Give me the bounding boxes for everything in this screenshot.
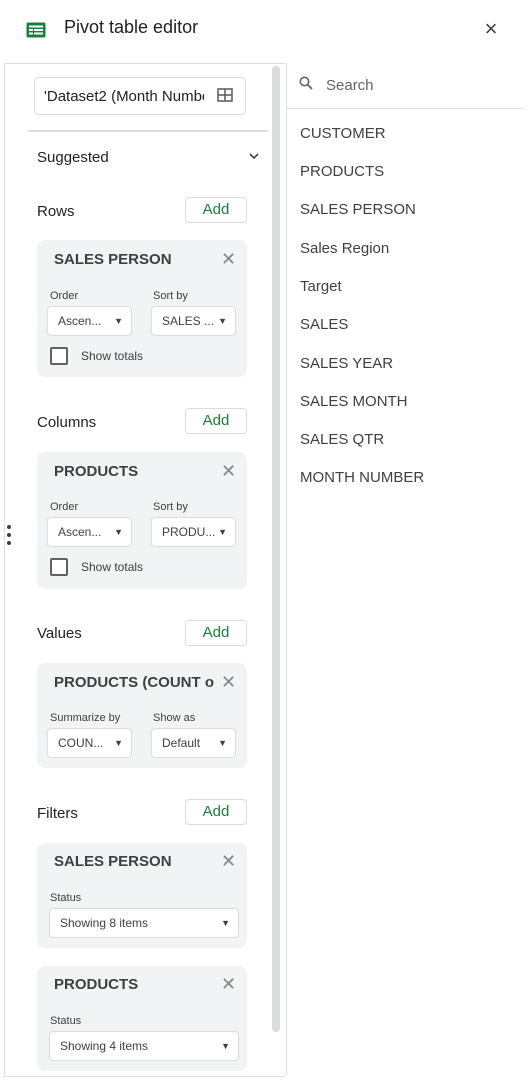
add-row-button[interactable]: Add <box>185 197 247 223</box>
row-card-title: SALES PERSON <box>54 251 172 268</box>
order-label: Order <box>50 501 79 513</box>
sheets-icon <box>26 22 46 38</box>
value-card-title: PRODUCTS (COUNT o <box>54 674 214 691</box>
drag-handle-icon[interactable] <box>7 525 11 549</box>
field-item[interactable]: SALES YEAR <box>300 355 393 372</box>
filter-status-dropdown[interactable]: Showing 8 items ▼ <box>49 908 239 938</box>
select-range-icon[interactable] <box>217 88 233 102</box>
row-order-value: Ascen... <box>58 314 102 328</box>
row-sortby-value: SALES ... <box>162 314 215 328</box>
filter-card-title: PRODUCTS <box>54 976 139 993</box>
column-sortby-value: PRODU... <box>162 525 216 539</box>
field-item[interactable]: SALES QTR <box>300 431 384 448</box>
field-item[interactable]: MONTH NUMBER <box>300 469 424 486</box>
column-order-dropdown[interactable]: Ascen... ▼ <box>47 517 132 547</box>
remove-filter-icon[interactable]: ✕ <box>221 974 236 995</box>
column-sortby-dropdown[interactable]: PRODU... ▼ <box>151 517 236 547</box>
remove-column-icon[interactable]: ✕ <box>221 461 236 482</box>
column-show-totals-label: Show totals <box>81 560 144 574</box>
dropdown-arrow-icon: ▼ <box>221 918 230 928</box>
dropdown-arrow-icon: ▼ <box>218 527 227 537</box>
order-label: Order <box>50 290 79 302</box>
field-item[interactable]: SALES PERSON <box>300 201 416 218</box>
field-item[interactable]: Target <box>300 278 342 295</box>
dropdown-arrow-icon: ▼ <box>218 316 227 326</box>
add-value-button[interactable]: Add <box>185 620 247 646</box>
column-order-value: Ascen... <box>58 525 102 539</box>
columns-label: Columns <box>37 414 97 431</box>
column-card-title: PRODUCTS <box>54 463 139 480</box>
sortby-label: Sort by <box>153 501 188 513</box>
filter-status-value: Showing 8 items <box>60 916 149 930</box>
row-sortby-dropdown[interactable]: SALES ... ▼ <box>151 306 236 336</box>
dropdown-arrow-icon: ▼ <box>218 738 227 748</box>
row-show-totals-label: Show totals <box>81 349 144 363</box>
field-item[interactable]: CUSTOMER <box>300 125 386 142</box>
add-filter-button[interactable]: Add <box>185 799 247 825</box>
dropdown-arrow-icon: ▼ <box>114 316 123 326</box>
rows-label: Rows <box>37 203 75 220</box>
summarize-label: Summarize by <box>50 712 121 724</box>
column-show-totals-checkbox[interactable] <box>50 558 68 576</box>
data-range-text: 'Dataset2 (Month Number)'!A1:J1001 <box>44 88 204 105</box>
scrollbar[interactable] <box>272 66 280 1032</box>
divider <box>28 130 268 132</box>
field-item[interactable]: Sales Region <box>300 240 389 257</box>
dropdown-arrow-icon: ▼ <box>114 527 123 537</box>
filter-status-value: Showing 4 items <box>60 1039 149 1053</box>
suggested-toggle[interactable]: Suggested <box>37 149 109 166</box>
search-icon <box>299 76 313 90</box>
remove-row-icon[interactable]: ✕ <box>221 249 236 270</box>
search-divider <box>287 108 523 109</box>
field-item[interactable]: SALES MONTH <box>300 393 408 410</box>
showas-dropdown[interactable]: Default ▼ <box>151 728 236 758</box>
dropdown-arrow-icon: ▼ <box>114 738 123 748</box>
filters-label: Filters <box>37 805 78 822</box>
sortby-label: Sort by <box>153 290 188 302</box>
remove-value-icon[interactable]: ✕ <box>221 672 236 693</box>
showas-label: Show as <box>153 712 196 724</box>
status-label: Status <box>50 892 82 904</box>
filter-status-dropdown[interactable]: Showing 4 items ▼ <box>49 1031 239 1061</box>
status-label: Status <box>50 1015 82 1027</box>
panel-title: Pivot table editor <box>64 17 199 37</box>
field-item[interactable]: PRODUCTS <box>300 163 384 180</box>
showas-value: Default <box>162 736 201 750</box>
filter-card-title: SALES PERSON <box>54 853 172 870</box>
summarize-value: COUN... <box>58 736 104 750</box>
search-input[interactable] <box>326 74 516 96</box>
dropdown-arrow-icon: ▼ <box>221 1041 230 1051</box>
row-order-dropdown[interactable]: Ascen... ▼ <box>47 306 132 336</box>
remove-filter-icon[interactable]: ✕ <box>221 851 236 872</box>
values-label: Values <box>37 625 82 642</box>
close-icon[interactable]: × <box>480 18 502 40</box>
chevron-down-icon[interactable] <box>248 150 260 164</box>
field-item[interactable]: SALES <box>300 316 348 333</box>
summarize-dropdown[interactable]: COUN... ▼ <box>47 728 132 758</box>
add-column-button[interactable]: Add <box>185 408 247 434</box>
row-show-totals-checkbox[interactable] <box>50 347 68 365</box>
